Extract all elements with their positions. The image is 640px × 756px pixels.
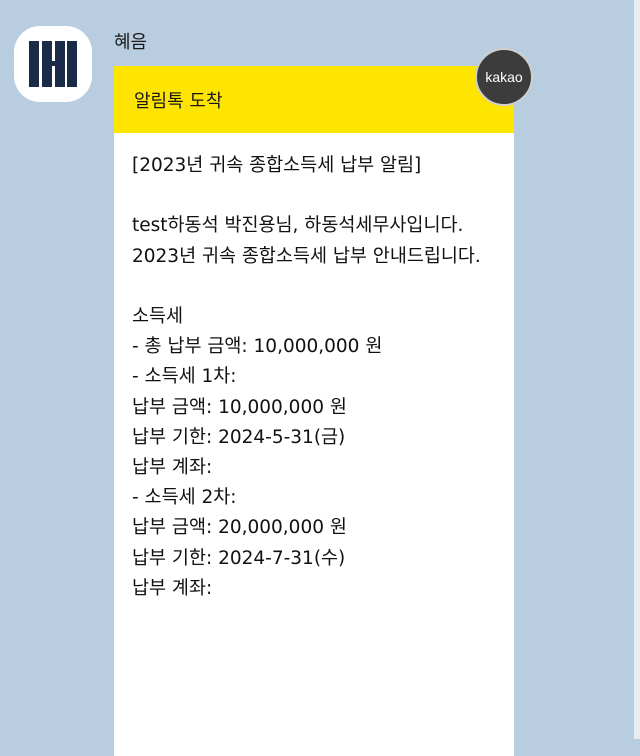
building-logo-icon xyxy=(29,41,77,87)
sender-name: 혜음 xyxy=(114,32,148,53)
message-header: 알림톡 도착 xyxy=(114,66,514,133)
alimtalk-message-bubble[interactable]: 알림톡 도착 [2023년 귀속 종합소득세 납부 알림] test하동석 박진… xyxy=(114,66,514,756)
message-body: [2023년 귀속 종합소득세 납부 알림] test하동석 박진용님, 하동석… xyxy=(132,155,481,599)
sender-avatar[interactable] xyxy=(14,26,92,102)
window-edge xyxy=(634,0,640,739)
kakao-badge-icon: kakao xyxy=(475,48,533,106)
